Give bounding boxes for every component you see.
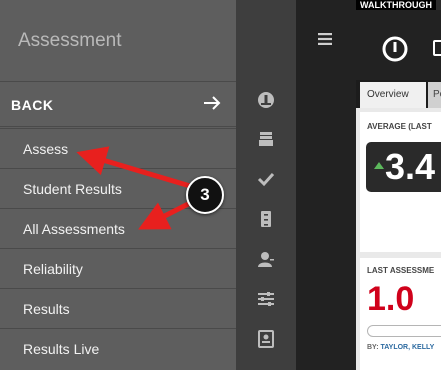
check-icon[interactable] [257, 170, 275, 188]
sliders-icon[interactable] [257, 290, 275, 308]
menu-item-assess[interactable]: Assess [0, 128, 236, 168]
progress-bar [367, 325, 441, 337]
average-card: AVERAGE (LAST 3.4 [360, 112, 441, 252]
hamburger-menu-icon[interactable] [318, 33, 332, 45]
by-prefix: BY: [367, 344, 379, 351]
average-value: 3.4 [385, 146, 436, 187]
menu-item-reliability[interactable]: Reliability [0, 248, 236, 288]
app-pane: WALKTHROUGH Overview Po AVERAGE (LAST 3.… [356, 0, 441, 370]
user-icon[interactable] [257, 250, 275, 268]
menu-item-label: Results Live [23, 341, 100, 357]
back-button[interactable]: BACK [0, 81, 236, 127]
menu-item-label: Reliability [23, 261, 83, 277]
last-assessment-card: LAST ASSESSME 1.0 BY: TAYLOR, KELLY [360, 258, 441, 370]
menu-item-results[interactable]: Results [0, 288, 236, 328]
nav-column [296, 0, 356, 370]
app-header [356, 10, 441, 80]
trend-up-icon [374, 162, 384, 169]
contact-icon[interactable] [257, 330, 275, 348]
dashboard-icon[interactable] [382, 36, 408, 62]
cabinet-icon[interactable] [257, 210, 275, 228]
menu-item-all-assessments[interactable]: All Assessments [0, 208, 236, 248]
tab-overview[interactable]: Overview [360, 82, 426, 108]
average-score-box: 3.4 [366, 142, 441, 192]
menu-title: Assessment [18, 30, 122, 51]
menu-item-label: Assess [23, 141, 69, 157]
menu-item-label: Student Results [23, 181, 122, 197]
last-assessment-value: 1.0 [367, 280, 415, 318]
document-icon[interactable] [433, 40, 441, 56]
tab-po[interactable]: Po [428, 82, 441, 108]
back-label: BACK [11, 97, 54, 113]
last-assessment-label: LAST ASSESSME [367, 266, 435, 275]
step-number-badge: 3 [186, 176, 224, 214]
icon-rail [236, 0, 296, 370]
dashboard-icon[interactable] [257, 91, 275, 109]
walkthrough-tab[interactable]: WALKTHROUGH [356, 0, 436, 10]
arrow-right-icon [204, 96, 221, 110]
menu-item-label: All Assessments [23, 221, 125, 237]
author-line: BY: TAYLOR, KELLY [367, 344, 434, 351]
average-label: AVERAGE (LAST [367, 122, 432, 131]
content-area: AVERAGE (LAST 3.4 LAST ASSESSME 1.0 BY: … [356, 108, 441, 370]
author-link[interactable]: TAYLOR, KELLY [381, 344, 435, 351]
menu-item-results-live[interactable]: Results Live [0, 328, 236, 368]
menu-item-label: Results [23, 301, 70, 317]
tray-icon[interactable] [257, 130, 275, 148]
screen: Assessment BACK Assess Student Results A… [0, 0, 441, 370]
tab-bar: Overview Po [356, 80, 441, 108]
